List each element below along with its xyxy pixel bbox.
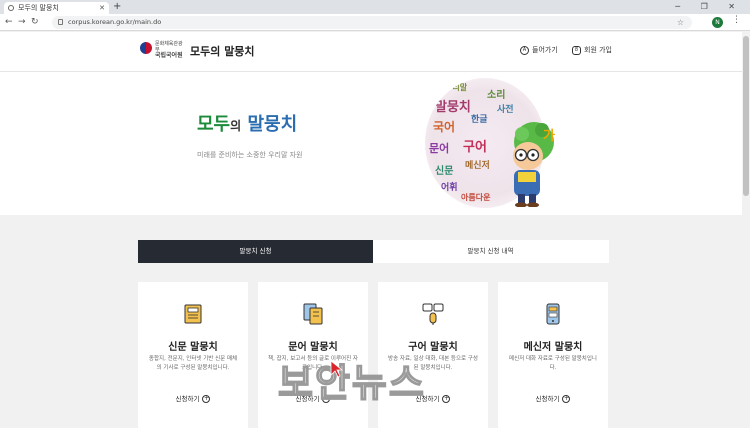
apply-label: 신청하기 <box>175 395 200 403</box>
site-header: 문화체육관광부 국립국어원 모두의 말뭉치 A 들어가기 8 회원 가입 <box>0 32 750 72</box>
cloud-word: 우리말 <box>445 83 468 92</box>
written-document-icon <box>303 303 323 325</box>
card-title: 메신저 말뭉치 <box>523 342 583 353</box>
messenger-phone-icon <box>546 303 560 325</box>
svg-text:가: 가 <box>543 129 555 144</box>
institution-name: 국립국어원 <box>155 52 183 59</box>
cloud-word: 사전 <box>497 105 514 115</box>
watermark-logo: 보안뉴스 <box>277 360 426 406</box>
login-icon: A <box>520 45 529 55</box>
cloud-word: 신문 <box>435 166 454 177</box>
plus-icon: + <box>442 395 451 403</box>
site-title[interactable]: 모두의 말뭉치 <box>190 43 255 59</box>
tab-request-history[interactable]: 말뭉치 신청 내역 <box>373 240 608 263</box>
user-icon: 8 <box>572 45 581 55</box>
tab-title: 모두의 말뭉치 <box>18 4 59 12</box>
address-bar: ← → ↻ corpus.korean.go.kr/main.do ☆ N ⋮ <box>0 14 750 31</box>
hero-banner: 모두의 말뭉치 미래를 준비하는 소중한 우리말 자원 말뭉치 소리 국어 한글… <box>0 72 750 215</box>
lock-icon <box>58 19 63 25</box>
back-icon[interactable]: ← <box>5 16 13 28</box>
card-description: 메신저 대화 자료로 구성된 말뭉치입니다. <box>509 356 597 371</box>
signup-label: 회원 가입 <box>584 46 612 54</box>
card-description: 종합지, 전문지, 인터넷 기반 신문 매체의 기사로 구성된 말뭉치입니다. <box>148 356 238 371</box>
card-title: 구어 말뭉치 <box>408 342 458 353</box>
forward-icon[interactable]: → <box>18 16 26 28</box>
apply-button[interactable]: 신청하기 + <box>498 393 608 403</box>
apply-label: 신청하기 <box>535 395 560 403</box>
bookmark-star-icon[interactable]: ☆ <box>677 16 684 29</box>
mouse-cursor-icon <box>330 360 344 378</box>
card-title: 신문 말뭉치 <box>168 342 218 353</box>
hero-subtitle: 미래를 준비하는 소중한 우리말 자원 <box>197 151 303 159</box>
hero-title-part1: 모두 <box>197 114 231 135</box>
cloud-word: 구어 <box>463 140 487 155</box>
profile-avatar[interactable]: N <box>712 17 723 28</box>
hero-title-part2: 의 <box>230 119 242 133</box>
login-link[interactable]: A 들어가기 <box>520 45 558 55</box>
cloud-word: 말뭉치 <box>435 100 471 115</box>
plus-icon: + <box>562 395 571 403</box>
browser-tab-bar: 모두의 말뭉치 ✕ + ─ ❐ ✕ <box>0 0 750 14</box>
close-icon[interactable]: ✕ <box>99 2 105 14</box>
page-scrollbar[interactable] <box>742 32 750 428</box>
plus-icon: + <box>202 395 211 403</box>
browser-tab[interactable]: 모두의 말뭉치 ✕ <box>4 2 109 14</box>
hero-title: 모두의 말뭉치 <box>197 110 297 136</box>
cloud-word: 아름다운 <box>461 193 491 202</box>
window-controls[interactable]: ─ ❐ ✕ <box>675 0 744 13</box>
apply-button[interactable]: 신청하기 + <box>138 393 248 403</box>
tab-corpus-request[interactable]: 말뭉치 신청 <box>138 240 373 263</box>
login-label: 들어가기 <box>532 46 558 54</box>
reload-icon[interactable]: ↻ <box>31 16 39 28</box>
government-emblem-icon <box>140 42 152 54</box>
cloud-word: 문어 <box>429 142 450 155</box>
hero-title-part3: 말뭉치 <box>247 114 298 135</box>
scrollbar-thumb[interactable] <box>743 36 749 196</box>
cloud-word: 어휘 <box>441 183 458 193</box>
mascot-character-illustration: 가 <box>513 122 555 207</box>
card-newspaper-corpus: 신문 말뭉치 종합지, 전문지, 인터넷 기반 신문 매체의 기사로 구성된 말… <box>138 282 248 428</box>
url-text: corpus.korean.go.kr/main.do <box>68 18 162 26</box>
signup-link[interactable]: 8 회원 가입 <box>572 45 612 55</box>
institution-logo[interactable]: 문화체육관광부 국립국어원 <box>155 41 185 59</box>
cloud-word: 소리 <box>487 90 506 101</box>
newspaper-icon <box>184 304 202 324</box>
application-tabs: 말뭉치 신청 말뭉치 신청 내역 <box>138 240 609 263</box>
card-messenger-corpus: 메신저 말뭉치 메신저 대화 자료로 구성된 말뭉치입니다. 신청하기 + <box>498 282 608 428</box>
cloud-word: 국어 <box>433 120 456 134</box>
menu-dots-icon[interactable]: ⋮ <box>732 15 741 25</box>
speech-bubble-icon <box>422 303 444 325</box>
cloud-word: 메신저 <box>465 161 490 171</box>
cloud-word: 한글 <box>471 115 488 125</box>
favicon-icon <box>8 5 14 11</box>
url-input[interactable]: corpus.korean.go.kr/main.do ☆ <box>52 16 692 29</box>
new-tab-button[interactable]: + <box>113 1 121 13</box>
card-title: 문어 말뭉치 <box>288 342 338 353</box>
